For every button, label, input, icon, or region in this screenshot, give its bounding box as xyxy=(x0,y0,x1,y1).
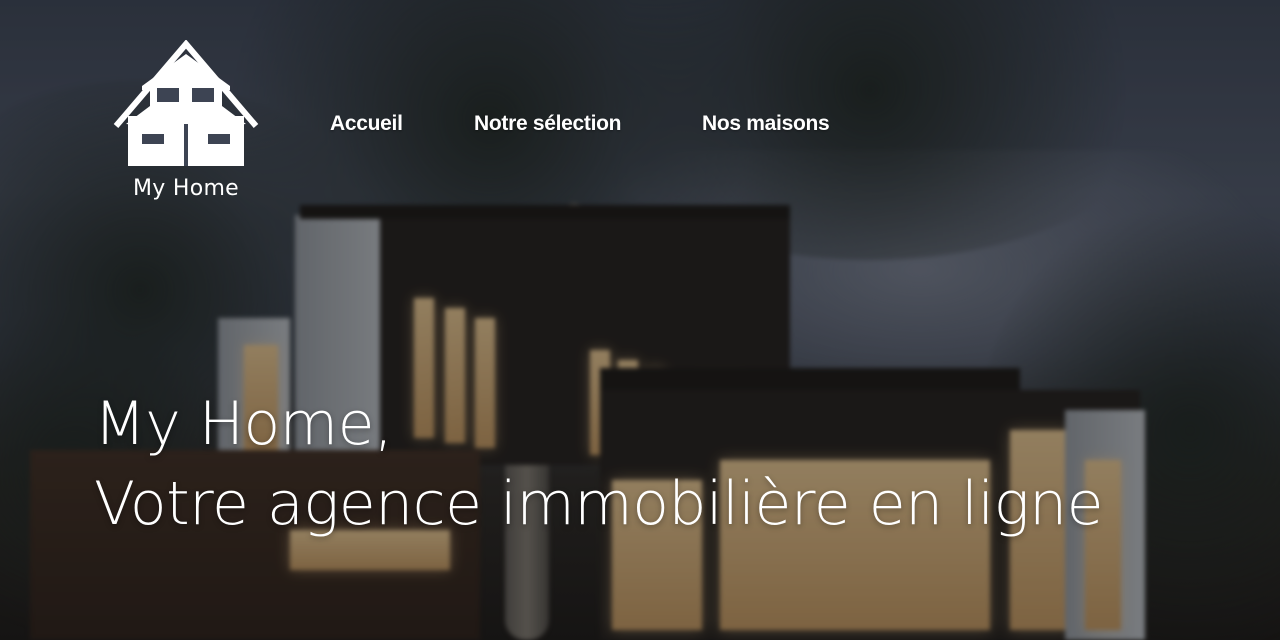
brand-name: My Home xyxy=(132,176,240,201)
hero-headline-line2: Votre agence immobilière en ligne xyxy=(94,469,1104,539)
house-icon xyxy=(113,40,259,166)
brand-logo-link[interactable]: My Home xyxy=(112,40,260,210)
nav-item-accueil[interactable]: Accueil xyxy=(330,112,403,136)
hero-section: My Home Accueil Notre sélection Nos mais… xyxy=(0,0,1280,640)
hero-headline-line1: My Home, xyxy=(94,389,393,459)
nav-item-nos-maisons[interactable]: Nos maisons xyxy=(702,112,830,136)
hero-headline: My Home, Votre agence immobilière en lig… xyxy=(94,384,1104,544)
nav-item-notre-selection[interactable]: Notre sélection xyxy=(474,112,622,136)
